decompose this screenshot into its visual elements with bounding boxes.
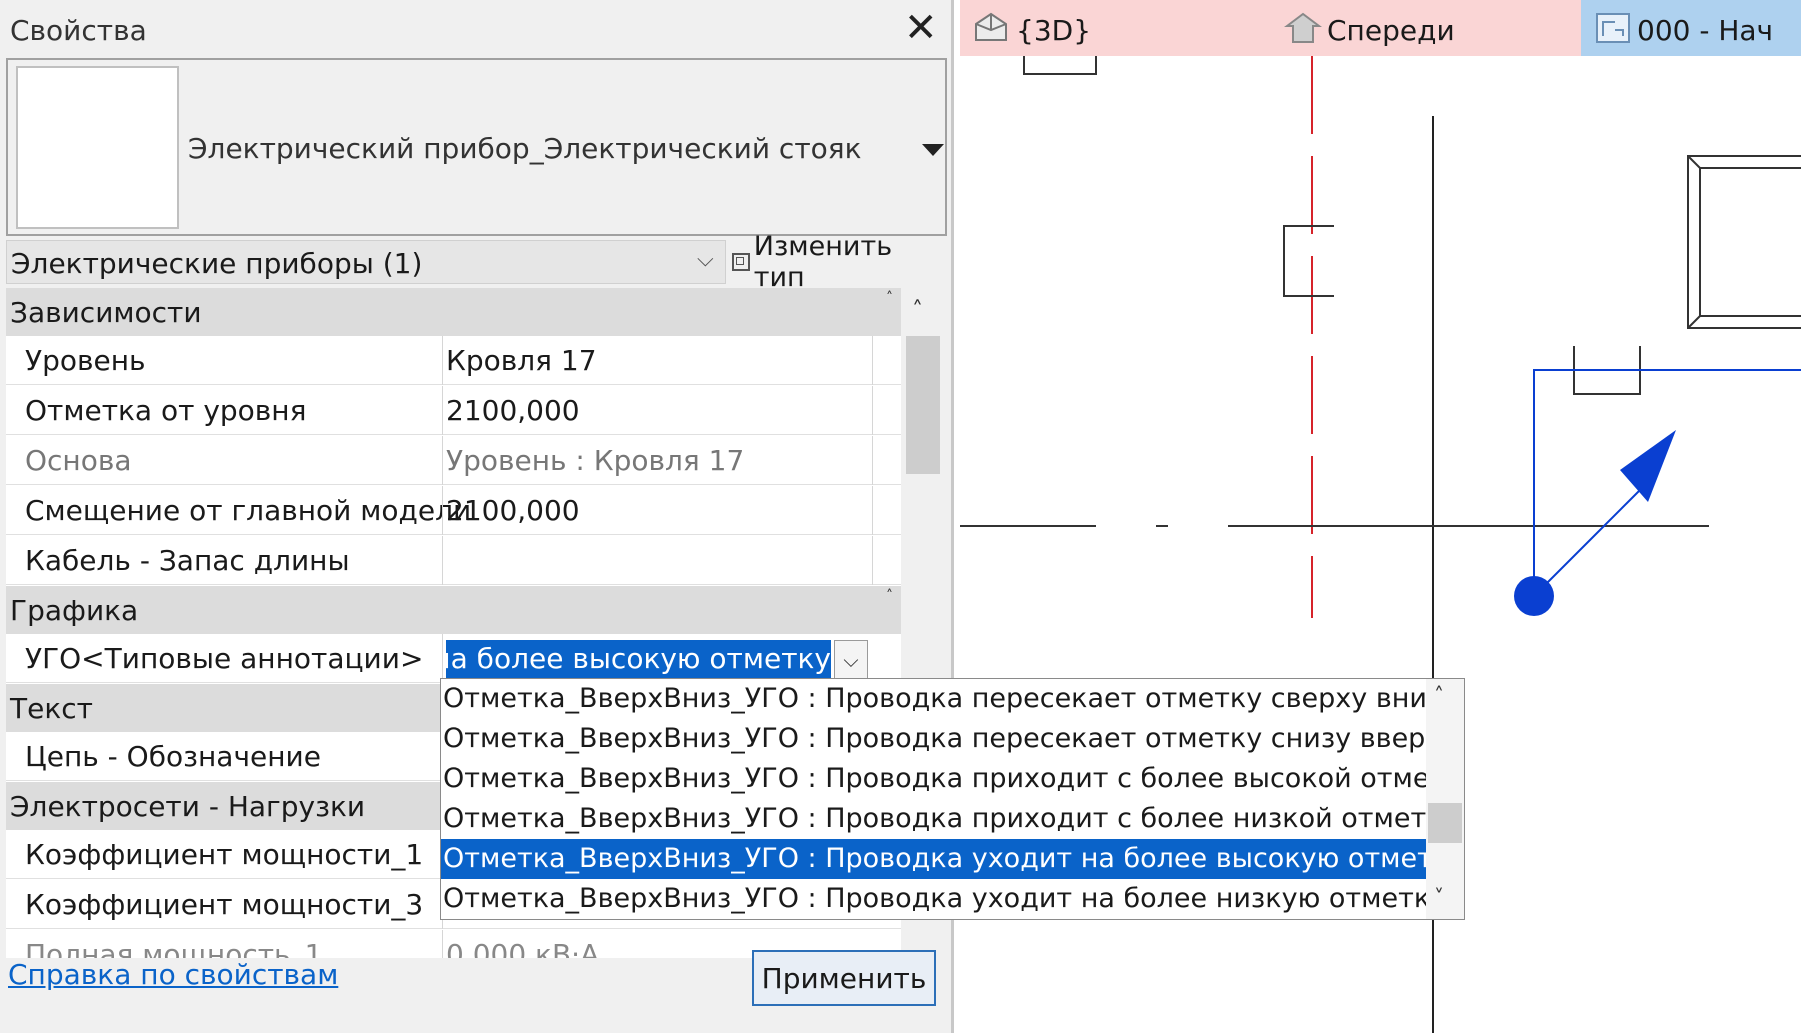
group-label: Зависимости [10, 296, 202, 329]
category-filter-dropdown[interactable]: Электрические приборы (1) ⌵ [6, 240, 726, 284]
row-value[interactable]: 2100,000 [446, 494, 580, 527]
ugo-option[interactable]: Отметка_ВверхВниз_УГО : Проводка пересек… [441, 719, 1426, 759]
row-value[interactable]: Кровля 17 [446, 344, 597, 377]
arrow-up-icon[interactable] [1620, 430, 1676, 502]
edit-type-button[interactable]: Изменить тип [728, 231, 948, 293]
tab-label: 000 - Нач [1637, 14, 1774, 47]
row-host: Основа Уровень : Кровля 17 [6, 436, 901, 485]
collapse-caret-icon[interactable]: ˄ [886, 290, 893, 306]
ugo-dropdown-button[interactable]: ⌵ [834, 640, 868, 680]
row-ugo[interactable]: УГО<Типовые аннотации> т на более высоку… [6, 634, 901, 683]
group-label: Графика [10, 594, 139, 627]
row-value[interactable]: 2100,000 [446, 394, 580, 427]
tab-label: Спереди [1327, 14, 1455, 47]
row-label: Смещение от главной модели [25, 494, 472, 527]
collapse-caret-icon[interactable]: ˄ [886, 588, 893, 604]
type-name: Электрический прибор_Электрический стояк [188, 132, 862, 165]
ugo-option[interactable]: Отметка_ВверхВниз_УГО : Проводка уходит … [441, 879, 1426, 919]
drawing-line [1283, 225, 1334, 297]
group-label: Электросети - Нагрузки [10, 790, 366, 823]
group-header-graphics[interactable]: Графика ˄ [6, 586, 901, 634]
view-tabs: {3D} Спереди 000 - Нач [960, 0, 1801, 56]
apply-button[interactable]: Применить [752, 950, 936, 1006]
group-label: Текст [10, 692, 93, 725]
close-icon[interactable]: ✕ [904, 8, 938, 48]
tab-floor-plan[interactable]: 000 - Нач [1581, 0, 1801, 56]
row-label: Кабель - Запас длины [25, 544, 350, 577]
tab-label: {3D} [1016, 14, 1092, 47]
scroll-thumb[interactable] [906, 336, 940, 474]
scroll-up-icon[interactable]: ˄ [1434, 683, 1444, 707]
row-label: Отметка от уровня [25, 394, 307, 427]
floor-plan-icon [1596, 13, 1630, 43]
row-cable[interactable]: Кабель - Запас длины [6, 536, 901, 585]
riser-marker-icon[interactable] [1514, 576, 1554, 616]
type-selector[interactable]: Электрический прибор_Электрический стояк [6, 58, 947, 236]
ugo-value-text: т на более высокую отметку [446, 642, 831, 675]
group-header-constraints[interactable]: Зависимости ˄ [6, 288, 901, 336]
edit-type-icon [732, 253, 750, 271]
tab-front-elevation[interactable]: Спереди [1271, 0, 1581, 56]
row-offset[interactable]: Смещение от главной модели 2100,000 [6, 486, 901, 535]
scroll-thumb[interactable] [1428, 803, 1462, 843]
row-label: Уровень [25, 344, 146, 377]
scroll-down-icon[interactable]: ˅ [1434, 885, 1444, 909]
row-elevation[interactable]: Отметка от уровня 2100,000 [6, 386, 901, 435]
elevation-house-icon [1284, 12, 1322, 43]
row-label: УГО<Типовые аннотации> [25, 642, 424, 675]
row-value: Уровень : Кровля 17 [446, 444, 745, 477]
row-label: Основа [25, 444, 132, 477]
drawing-line [1023, 56, 1097, 75]
row-level[interactable]: Уровень Кровля 17 [6, 336, 901, 385]
scroll-up-icon[interactable]: ˄ [912, 298, 923, 323]
edit-type-label: Изменить тип [753, 231, 893, 293]
row-label: Цепь - Обозначение [25, 740, 321, 773]
filter-label: Электрические приборы (1) [11, 247, 423, 280]
row-label: Полная мощность_1 [25, 938, 323, 958]
ugo-selected-value[interactable]: т на более высокую отметку [446, 640, 831, 678]
ugo-options-list[interactable]: Отметка_ВверхВниз_УГО : Проводка пересек… [440, 678, 1465, 920]
options-scrollbar[interactable]: ˄ ˅ [1426, 679, 1464, 919]
type-thumbnail [16, 66, 179, 229]
ugo-option[interactable]: Отметка_ВверхВниз_УГО : Проводка пересек… [441, 679, 1426, 719]
row-label: Коэффициент мощности_1 [25, 838, 424, 871]
ugo-option[interactable]: Отметка_ВверхВниз_УГО : Проводка приходи… [441, 759, 1426, 799]
drawing-line [1687, 155, 1801, 329]
wire-line[interactable] [1533, 369, 1801, 596]
ugo-option-selected[interactable]: Отметка_ВверхВниз_УГО : Проводка уходит … [441, 839, 1426, 879]
type-dropdown-arrow-icon[interactable] [922, 144, 944, 156]
house-3d-icon [975, 12, 1007, 41]
tab-3d-view[interactable]: {3D} [960, 0, 1271, 56]
chevron-down-icon[interactable]: ⌵ [697, 247, 714, 272]
drawing-line [1687, 155, 1701, 329]
properties-help-link[interactable]: Справка по свойствам [8, 958, 338, 991]
row-label: Коэффициент мощности_3 [25, 888, 424, 921]
drawing-line [1699, 167, 1801, 317]
panel-title: Свойства [10, 14, 147, 47]
ugo-option[interactable]: Отметка_ВверхВниз_УГО : Проводка приходи… [441, 799, 1426, 839]
row-value[interactable]: 0,000 кВ·А [446, 938, 599, 958]
annotation-leader [1533, 487, 1643, 597]
